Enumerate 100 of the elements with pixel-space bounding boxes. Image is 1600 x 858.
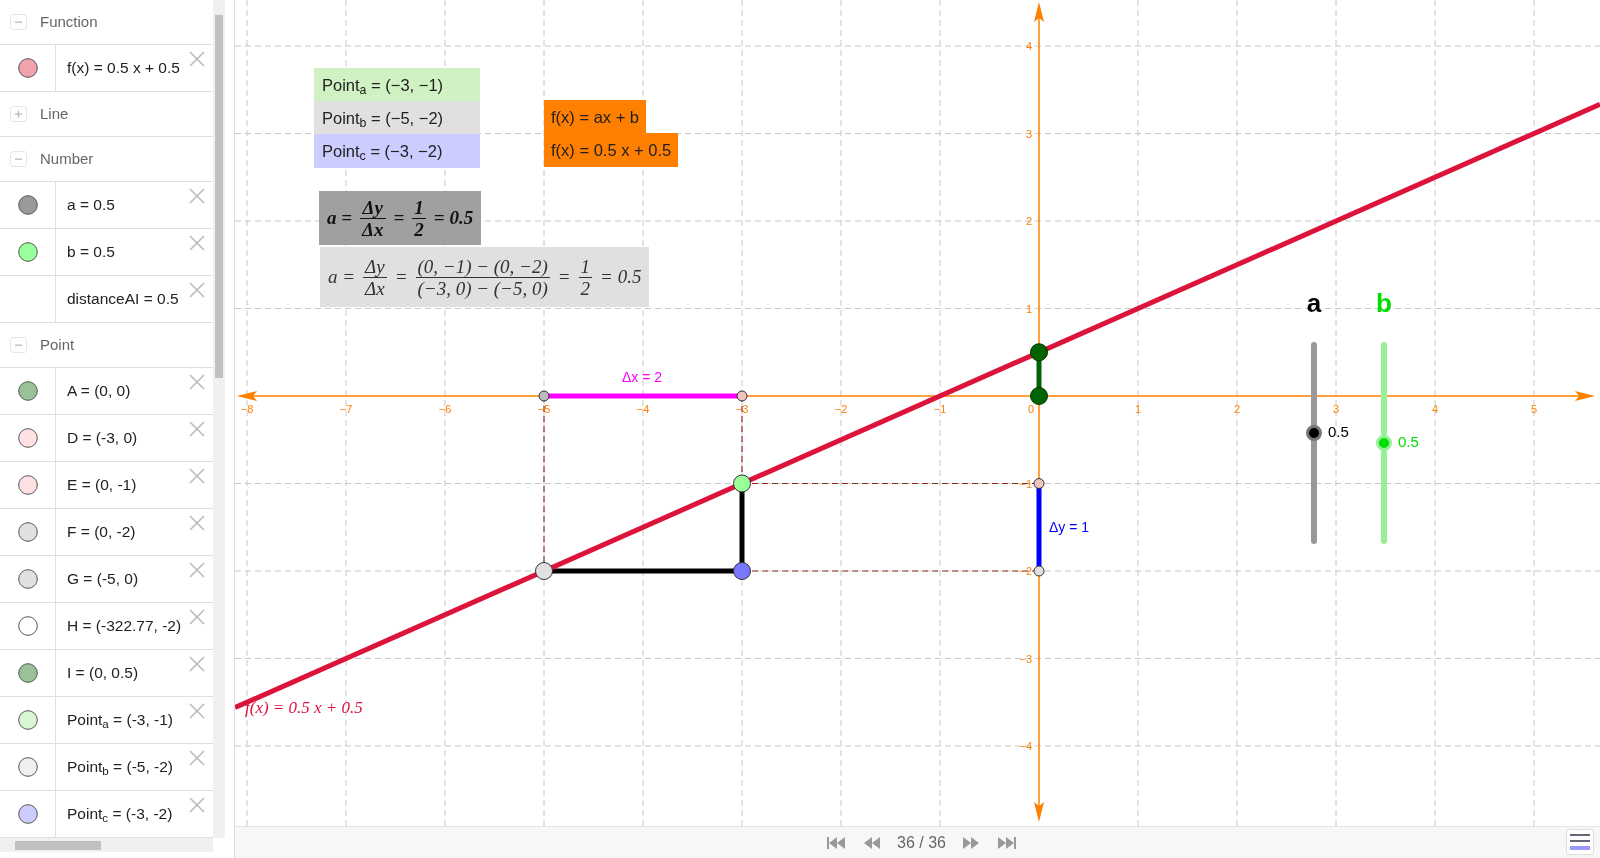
slider-thumb[interactable] [1306,424,1322,441]
collapse-icon[interactable] [10,149,27,169]
formula-list-icon[interactable] [1566,829,1594,855]
close-icon[interactable] [189,656,205,672]
group-label[interactable]: Line [40,102,69,126]
point[interactable] [1030,343,1048,362]
collapse-icon[interactable] [10,12,27,32]
close-icon[interactable] [189,235,205,251]
axis-tick-label: −1 [933,403,947,415]
text-box: Point$_{c}$ = (−3, −2) [314,134,480,168]
axis-tick-label: 2 [1025,215,1032,227]
algebra-entry[interactable]: Point$_{a}$ = (-3, -1) [67,708,173,732]
algebra-entry[interactable]: f(x) = 0.5 x + 0.5 [67,56,180,80]
point[interactable] [538,390,550,402]
color-dot[interactable] [17,242,38,262]
close-icon[interactable] [189,51,205,67]
group-label[interactable]: Function [40,10,98,34]
axis-tick-label: 3 [1332,403,1340,415]
algebra-entry[interactable]: H = (-322.77, -2) [67,614,182,638]
slider-label: b [1375,290,1393,316]
group-label[interactable]: Point [40,333,75,357]
algebra-entry[interactable]: E = (0, -1) [67,473,137,497]
slider-label: a [1305,290,1323,316]
scrollbar-thumb[interactable] [15,841,101,850]
algebra-entry[interactable]: G = (-5, 0) [67,567,139,591]
axis-tick-label: −5 [537,403,551,415]
algebra-entry[interactable]: a = 0.5 [67,193,115,217]
close-icon[interactable] [189,515,205,531]
point[interactable] [535,562,553,580]
segment-label: Δy = 1 [1049,518,1090,537]
color-dot[interactable] [17,195,38,215]
collapse-icon[interactable] [10,335,27,355]
function-label: f(x) = 0.5 x + 0.5 [245,697,363,719]
close-icon[interactable] [189,188,205,204]
axis-tick-label: 1 [1025,302,1032,315]
axis-tick-label: 1 [1134,403,1142,415]
scrollbar-thumb[interactable] [215,15,223,378]
group-label[interactable]: Number [40,147,94,171]
axis-tick-label: −6 [438,403,452,415]
point[interactable] [1033,565,1045,577]
point[interactable] [1033,478,1045,489]
close-icon[interactable] [189,703,205,719]
close-icon[interactable] [189,282,205,298]
axis-tick-label: −8 [240,403,254,415]
axis-tick-label: 4 [1431,403,1439,415]
close-icon[interactable] [189,562,205,578]
text-box: f(x) = 0.5 x + 0.5 [544,133,679,167]
axis-tick-label: 3 [1025,127,1032,140]
axis-tick-label: −1 [1019,477,1032,490]
close-icon[interactable] [189,374,205,390]
axis-tick-label: −2 [834,403,848,415]
color-dot[interactable] [17,616,38,636]
algebra-entry[interactable]: A = (0, 0) [67,379,131,403]
point[interactable] [733,562,751,580]
color-dot[interactable] [17,428,38,448]
color-dot[interactable] [17,804,38,824]
axis-tick-label: 5 [1530,403,1538,415]
text-box: Point$_{b}$ = (−5, −2) [314,101,480,135]
close-icon[interactable] [189,468,205,484]
skip-to-end-icon[interactable] [995,836,1018,850]
color-dot[interactable] [17,475,38,495]
axis-tick-label: −4 [1019,740,1032,752]
axis-tick-label: −7 [339,403,353,415]
algebra-entry[interactable]: distanceAI = 0.5 [67,287,179,311]
algebra-entry[interactable]: Point$_{b}$ = (-5, -2) [67,755,173,779]
axis-tick-label: 4 [1025,40,1032,52]
axis-tick-label: −2 [1019,565,1032,577]
point[interactable] [736,390,748,402]
color-dot[interactable] [17,710,38,730]
skip-to-start-icon[interactable] [825,836,847,850]
axis-tick-label: −3 [735,403,749,415]
expand-icon[interactable] [10,104,27,124]
axis-tick-label: −3 [1019,652,1032,665]
color-dot[interactable] [17,381,38,401]
segment-label: Δx = 2 [622,368,663,387]
step-counter: 36 / 36 [897,833,946,853]
algebra-entry[interactable]: b = 0.5 [67,240,115,264]
slider-value: 0.5 [1398,434,1419,449]
axis-tick-label: 2 [1233,403,1241,415]
text-box: Point$_{a}$ = (−3, −1) [314,68,480,102]
color-dot[interactable] [17,58,38,78]
algebra-entry[interactable]: Point$_{c}$ = (-3, -2) [67,802,173,826]
color-dot[interactable] [17,569,38,589]
algebra-entry[interactable]: D = (-3, 0) [67,426,138,450]
axis-tick-label: 0 [1027,403,1034,415]
color-dot[interactable] [17,663,38,683]
close-icon[interactable] [189,421,205,437]
horizontal-scrollbar[interactable] [0,838,213,852]
axis-tick-label: −4 [636,403,650,415]
slider-value: 0.5 [1328,423,1349,439]
point[interactable] [733,474,751,493]
close-icon[interactable] [189,609,205,625]
close-icon[interactable] [189,750,205,766]
point[interactable] [1030,387,1048,405]
algebra-entry[interactable]: I = (0, 0.5) [67,661,139,685]
color-dot[interactable] [17,522,38,542]
vertical-scrollbar[interactable] [213,0,225,838]
algebra-entry[interactable]: F = (0, -2) [67,520,136,544]
color-dot[interactable] [17,757,38,777]
close-icon[interactable] [189,797,205,813]
